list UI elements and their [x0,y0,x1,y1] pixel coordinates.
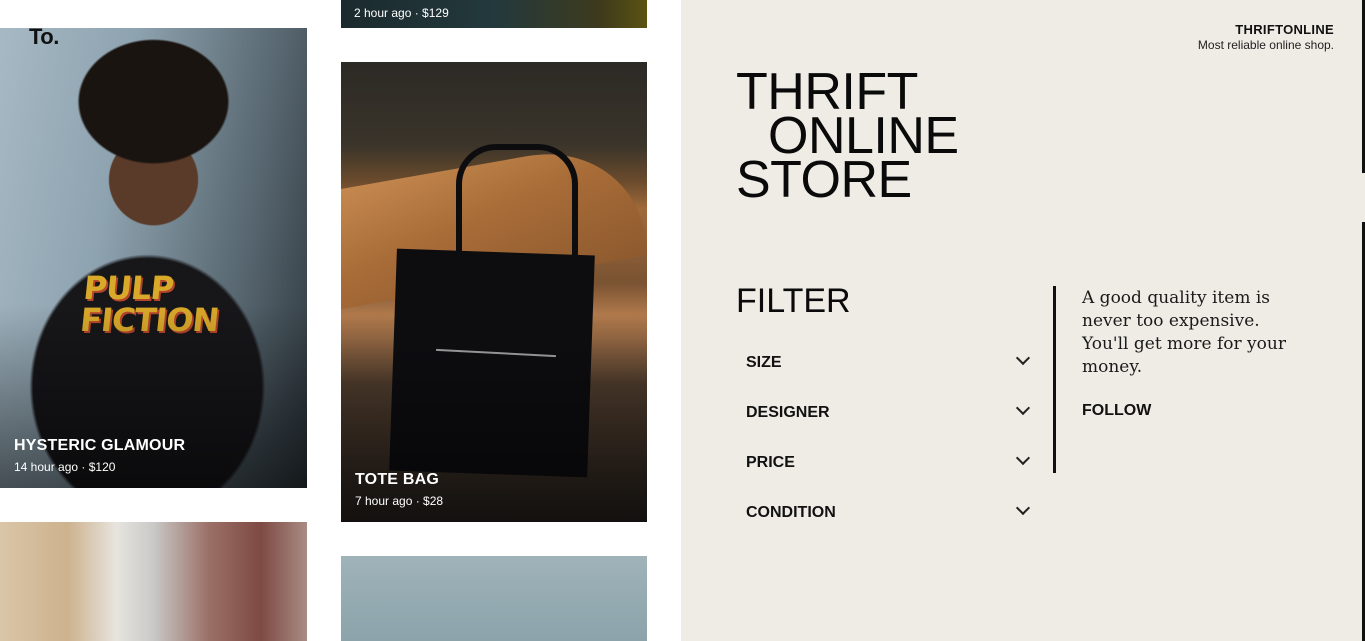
product-caption: 2 hour ago · $129 [354,1,449,20]
vertical-divider [1053,286,1056,473]
chevron-down-icon[interactable] [1015,400,1031,416]
product-card-top-partial[interactable]: 2 hour ago · $129 [341,0,647,28]
brand-name: THRIFTONLINE [1235,22,1334,37]
filter-label: PRICE [746,454,795,471]
page-title: THRIFT ONLINE STORE [736,66,959,206]
product-card-tote-bag[interactable]: TOTE BAG 7 hour ago · $28 [341,62,647,522]
product-caption: TOTE BAG 7 hour ago · $28 [355,471,443,508]
product-title: TOTE BAG [355,471,439,488]
product-card-hysteric-glamour[interactable]: PULP FICTION HYSTERIC GLAMOUR 14 hour ag… [0,28,307,488]
product-meta: 14 hour ago · $120 [14,460,116,474]
filter-price[interactable]: PRICE [746,446,1032,496]
filter-condition[interactable]: CONDITION [746,496,1032,546]
site-logo[interactable]: To. [29,24,59,50]
chevron-down-icon[interactable] [1015,450,1031,466]
page: To. PULP FICTION HYSTERIC GLAMOUR 14 hou… [0,0,1365,641]
product-image [0,522,307,641]
filter-label: CONDITION [746,504,836,521]
brand-tagline: Most reliable online shop. [1197,38,1334,52]
product-meta: 7 hour ago · $28 [355,494,444,508]
filter-size[interactable]: SIZE [746,346,1032,396]
brand-block: THRIFTONLINE Most reliable online shop. [1198,22,1334,52]
product-image [341,556,647,641]
filter-heading: FILTER [736,282,851,320]
sidebar-panel: THRIFTONLINE Most reliable online shop. … [681,0,1365,641]
product-caption: HYSTERIC GLAMOUR 14 hour ago · $120 [14,437,185,474]
filter-label: DESIGNER [746,404,830,421]
product-card-street[interactable] [0,522,307,641]
product-meta: 2 hour ago · $129 [354,6,449,20]
chevron-down-icon[interactable] [1015,350,1031,366]
tagline-quote: A good quality item is never too expensi… [1082,288,1286,377]
follow-link[interactable]: FOLLOW [1082,402,1151,420]
product-title: HYSTERIC GLAMOUR [14,437,186,454]
filter-list: SIZE DESIGNER PRICE CONDITION [746,346,1032,546]
filter-label: SIZE [746,354,782,371]
product-card-sky[interactable] [341,556,647,641]
filter-designer[interactable]: DESIGNER [746,396,1032,446]
chevron-down-icon[interactable] [1015,500,1031,516]
